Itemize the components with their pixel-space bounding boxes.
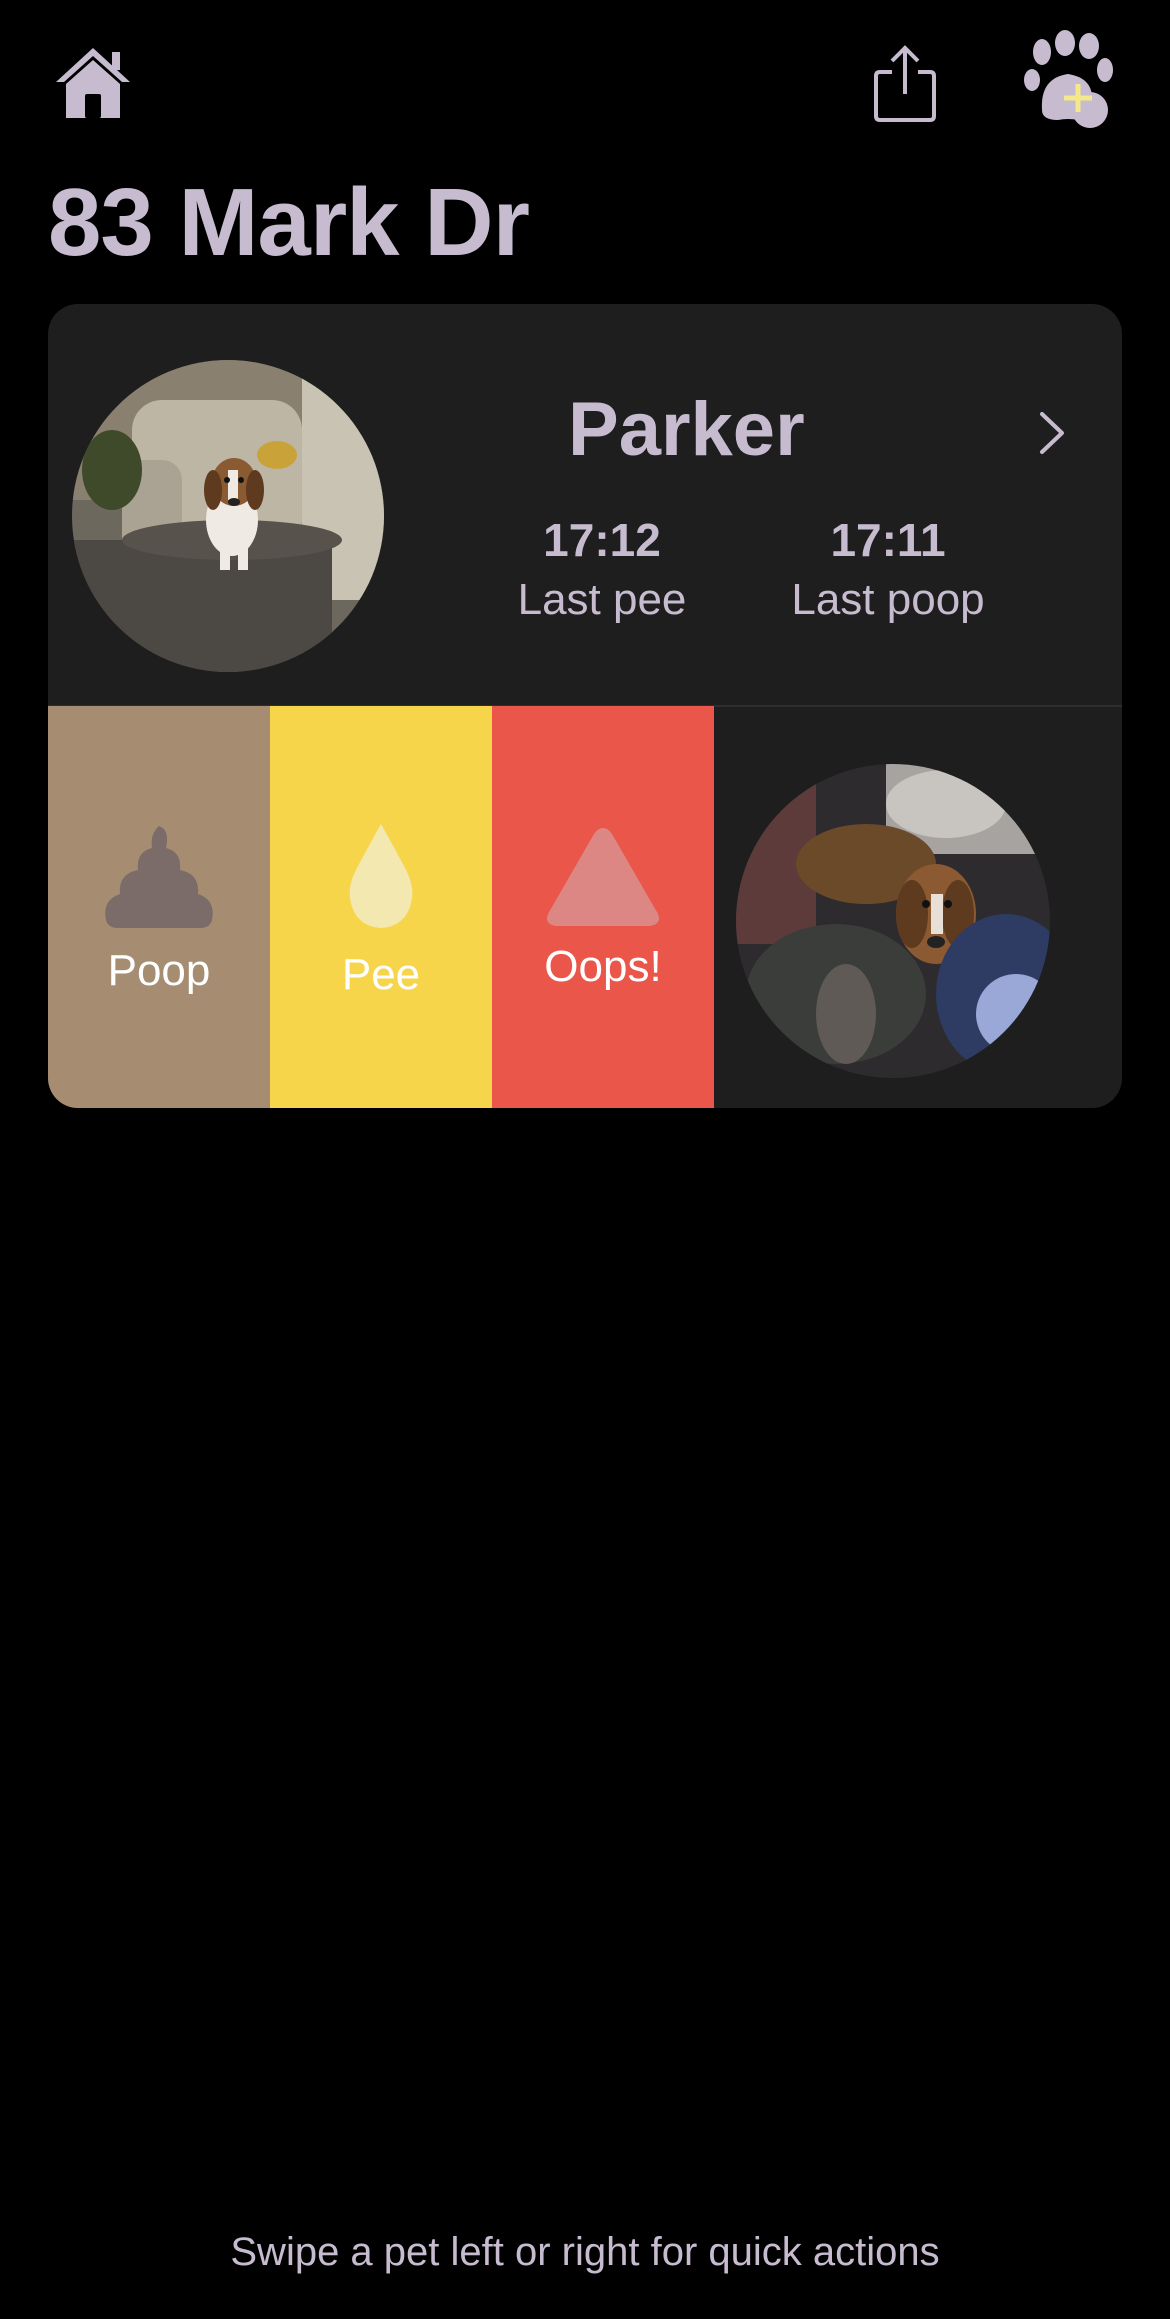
oops-button[interactable]: Oops!	[492, 706, 714, 1108]
last-pee-stat: 17:12 Last pee	[472, 514, 732, 630]
last-poop-stat: 17:11 Last poop	[758, 514, 1018, 630]
pet-avatar[interactable]	[72, 360, 384, 672]
paw-plus-icon[interactable]	[1022, 30, 1114, 134]
swipe-hint: Swipe a pet left or right for quick acti…	[230, 2230, 940, 2274]
poop-icon	[105, 826, 213, 928]
share-icon[interactable]	[872, 44, 938, 124]
oops-label: Oops!	[544, 942, 662, 991]
pee-button[interactable]: Pee	[270, 706, 492, 1108]
pet-name[interactable]: Parker	[568, 386, 805, 473]
swipe-pet-photo	[736, 764, 1050, 1078]
home-icon[interactable]	[52, 44, 134, 122]
chevron-right-icon[interactable]	[1034, 408, 1070, 458]
dog-photo	[736, 764, 1050, 1078]
poop-label: Poop	[107, 946, 211, 995]
pet-card[interactable]: Parker 17:12 Last pee 17:11 Last poop Po…	[48, 304, 1122, 1108]
last-pee-label: Last pee	[517, 575, 687, 624]
last-poop-label: Last poop	[791, 575, 985, 624]
last-pee-time: 17:12	[543, 514, 661, 566]
droplet-icon	[349, 824, 413, 928]
warning-triangle-icon	[547, 828, 659, 926]
page-title: 83 Mark Dr	[48, 169, 530, 276]
last-poop-time: 17:11	[830, 514, 946, 566]
poop-button[interactable]: Poop	[48, 706, 270, 1108]
dog-photo	[72, 360, 384, 672]
pee-label: Pee	[341, 950, 421, 999]
